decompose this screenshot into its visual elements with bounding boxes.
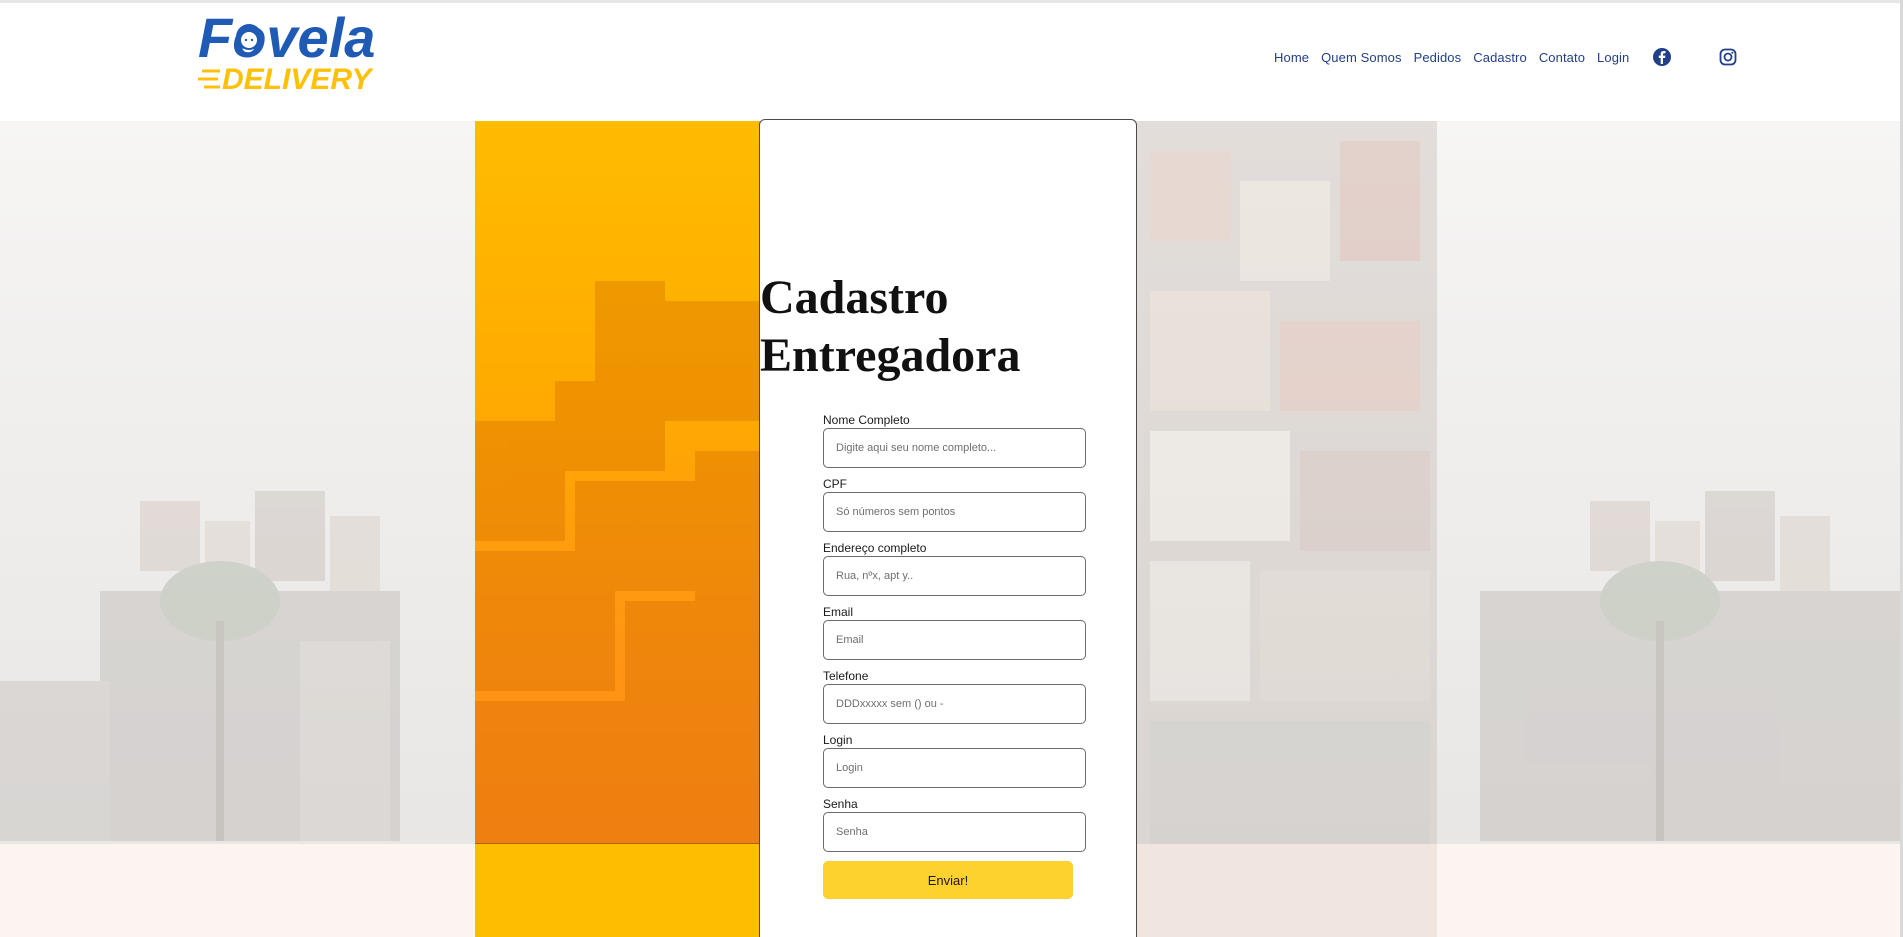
page-title: Cadastro Entregadora [760,271,1021,382]
nav-quem-somos[interactable]: Quem Somos [1321,50,1401,65]
label-login: Login [823,733,853,747]
nome-input[interactable] [823,428,1086,468]
field-telefone: Telefone [823,669,1087,724]
email-input[interactable] [823,620,1086,660]
nav-contato[interactable]: Contato [1539,50,1585,65]
field-login: Login [823,733,1087,788]
endereco-input[interactable] [823,556,1086,596]
label-cpf: CPF [823,477,847,491]
nav-cadastro[interactable]: Cadastro [1473,50,1527,65]
telefone-input[interactable] [823,684,1086,724]
svg-text:DELIVERY: DELIVERY [222,63,374,96]
label-email: Email [823,605,854,619]
svg-text:Fovela: Fovela [198,7,375,69]
nav-pedidos[interactable]: Pedidos [1414,50,1462,65]
field-nome: Nome Completo [823,413,1087,468]
field-cpf: CPF [823,477,1087,532]
fovela-delivery-logo[interactable]: Fovela DELIVERY [196,6,378,107]
site-header: Fovela DELIVERY Home Quem Somos Pedidos … [0,3,1903,121]
orange-favela-panel [475,121,760,844]
facebook-icon[interactable] [1652,47,1672,67]
label-senha: Senha [823,797,858,811]
submit-button[interactable]: Enviar! [823,861,1073,899]
nav-home[interactable]: Home [1274,50,1309,65]
label-nome: Nome Completo [823,413,910,427]
field-email: Email [823,605,1087,660]
field-senha: Senha [823,797,1087,852]
instagram-icon[interactable] [1718,47,1738,67]
field-endereco: Endereço completo [823,541,1087,596]
label-telefone: Telefone [823,669,869,683]
main-nav: Home Quem Somos Pedidos Cadastro Contato… [1274,50,1629,65]
senha-input[interactable] [823,812,1086,852]
cpf-input[interactable] [823,492,1086,532]
label-endereco: Endereço completo [823,541,927,555]
nav-login[interactable]: Login [1597,50,1629,65]
login-input[interactable] [823,748,1086,788]
signup-form: Nome Completo CPF Endereço completo Emai… [823,413,1087,899]
